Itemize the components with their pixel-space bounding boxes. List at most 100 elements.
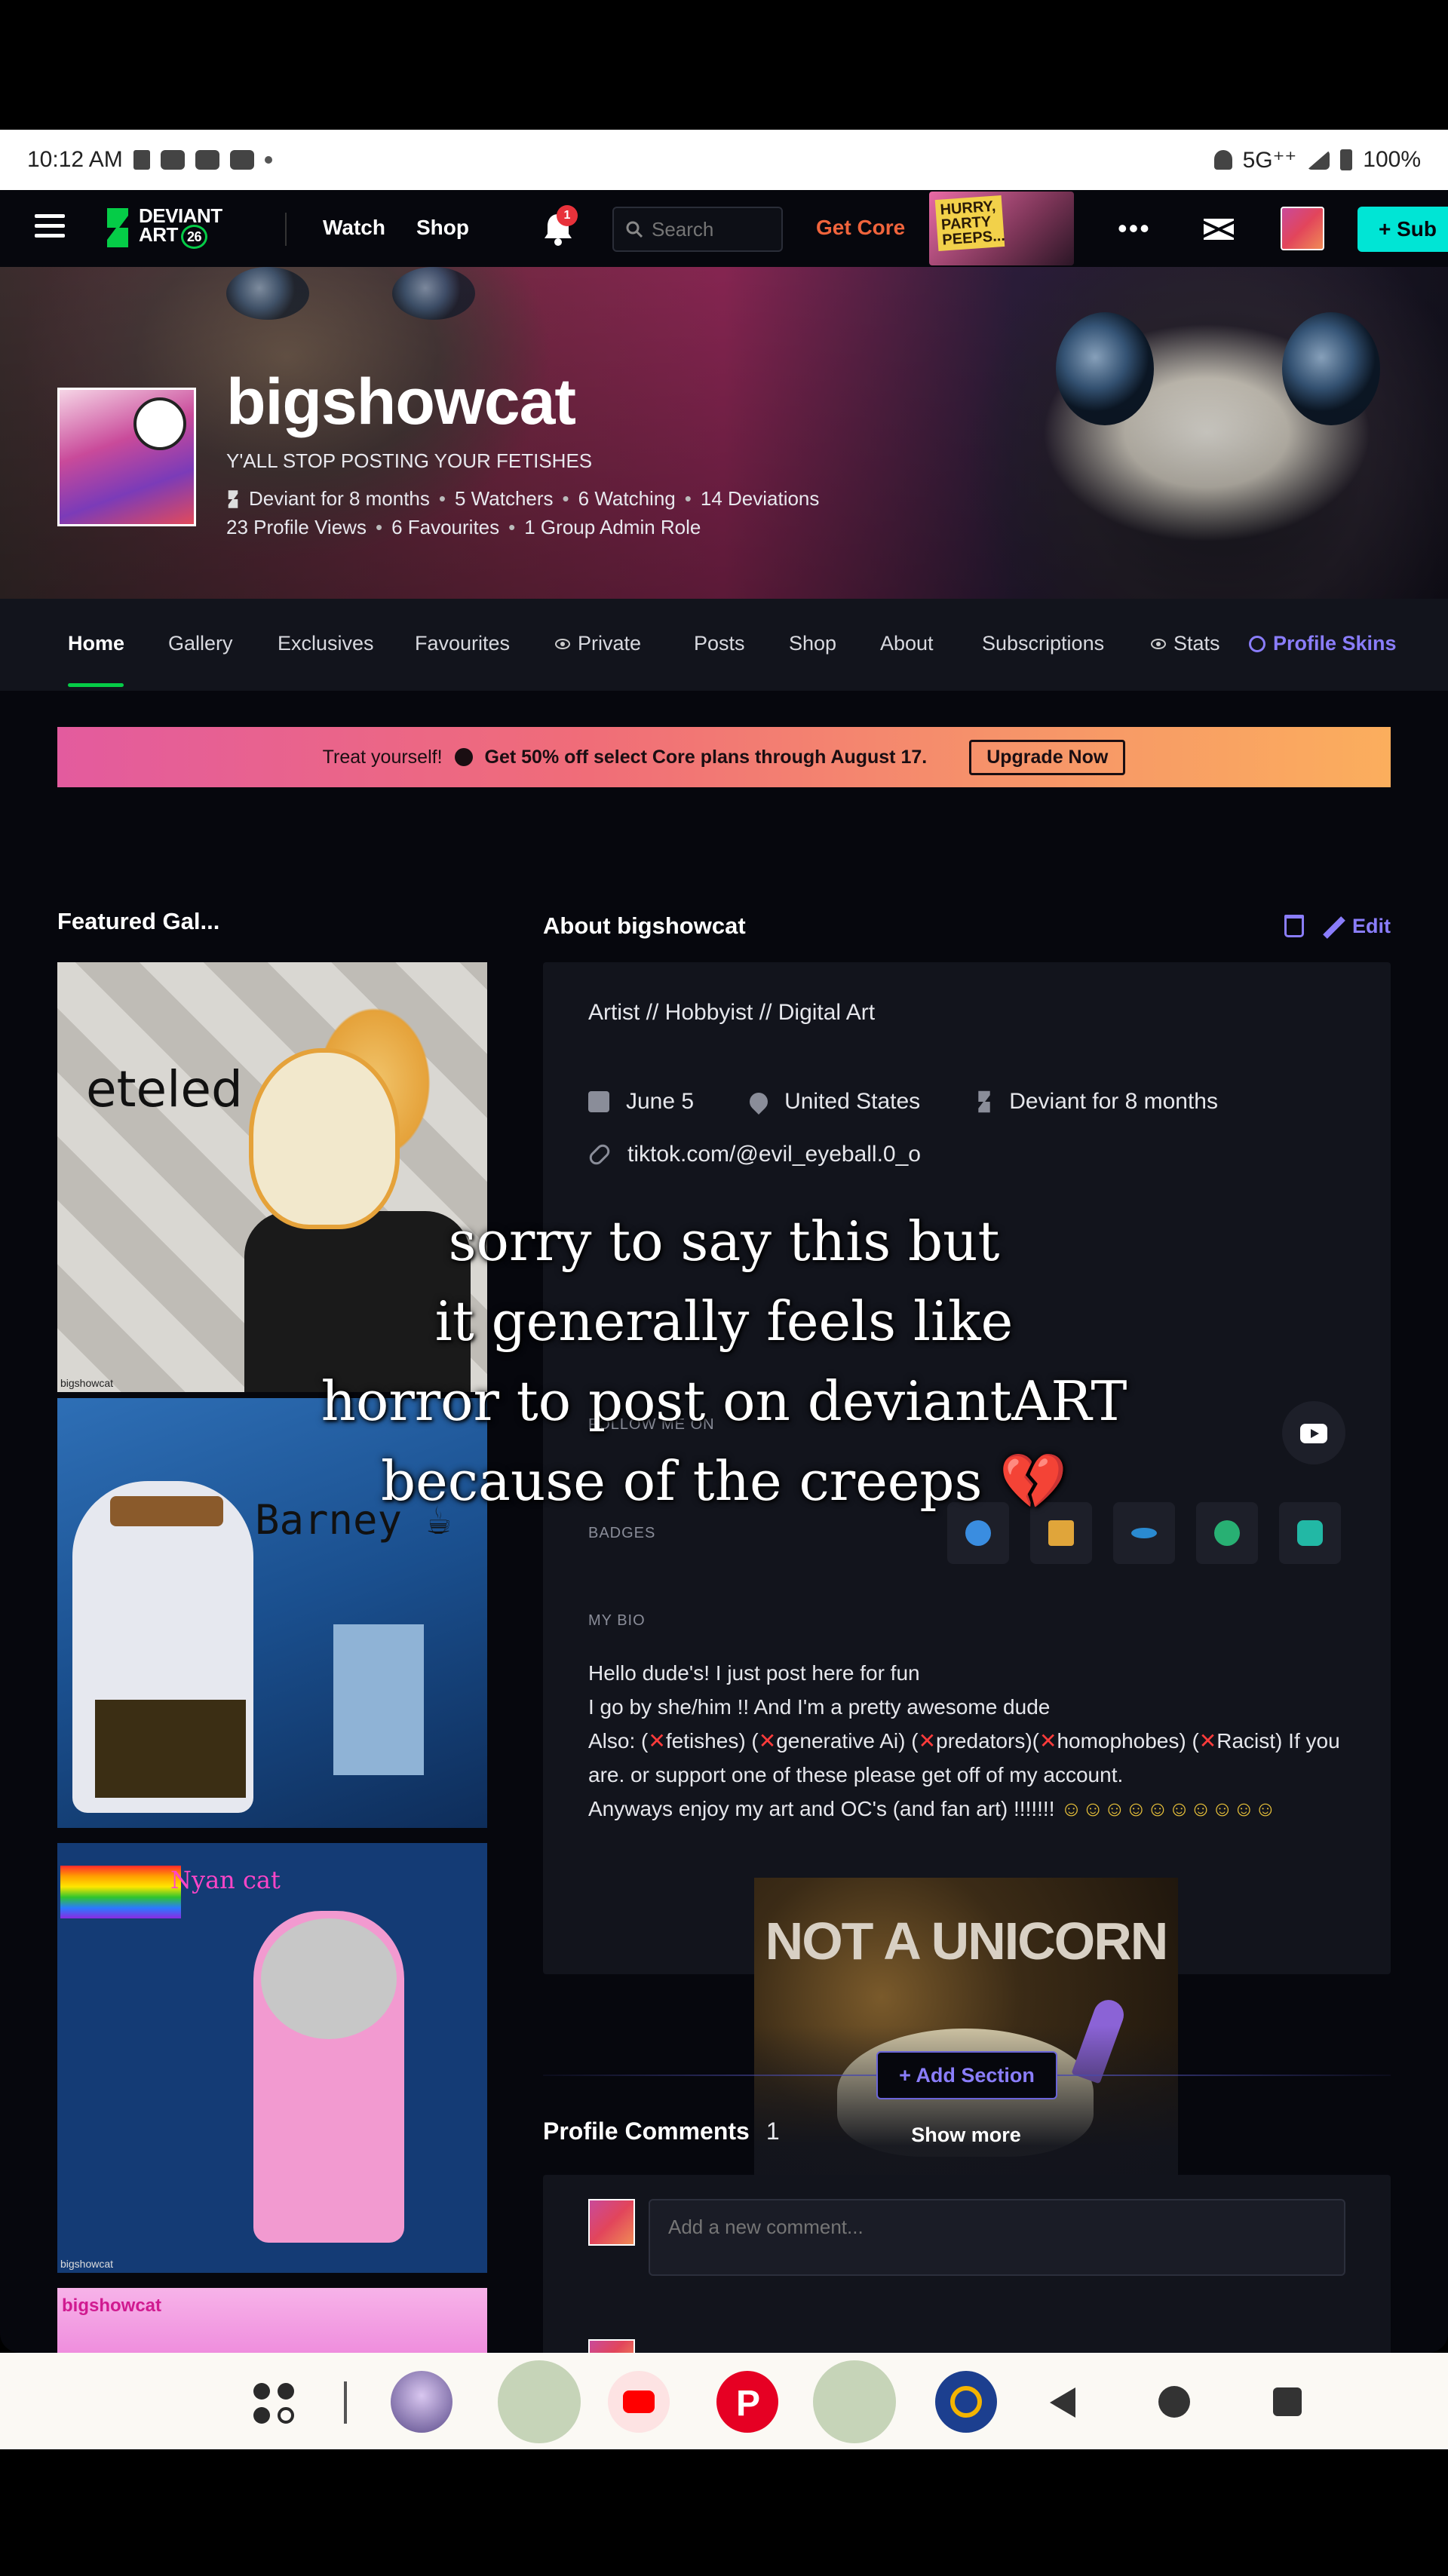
youtube-icon — [195, 150, 219, 170]
gallery-thumbnail[interactable]: bigshowcat — [57, 2288, 487, 2353]
search-icon — [626, 221, 643, 238]
bio-text: Hello dude's! I just post here for fun I… — [588, 1656, 1350, 1826]
logo-anniversary-badge: 26 — [180, 225, 207, 249]
stat-favourites[interactable]: 6 Favourites — [391, 516, 499, 539]
tiktok-icon — [133, 150, 150, 170]
core-promo-banner: Treat yourself! Get 50% off select Core … — [57, 727, 1391, 787]
show-more-button[interactable]: Show more — [754, 2124, 1178, 2147]
bio-line: Hello dude's! I just post here for fun — [588, 1661, 920, 1685]
menu-icon[interactable] — [35, 214, 65, 241]
get-core-link[interactable]: Get Core — [816, 216, 905, 240]
battery-level: 100% — [1363, 147, 1421, 172]
bio-line: I go by she/him !! And I'm a pretty awes… — [588, 1695, 1051, 1719]
bio-image-text: NOT A UNICORN — [765, 1912, 1169, 1970]
tab-shop[interactable]: Shop — [789, 632, 836, 655]
app-icon-avatar[interactable] — [391, 2371, 452, 2433]
featured-gallery-title[interactable]: Featured Gal... — [57, 908, 219, 935]
caption-line: it generally feels like — [434, 1290, 1014, 1353]
logo-text-art: ART — [139, 223, 178, 246]
profile-stats-line-2: 23 Profile Views • 6 Favourites • 1 Group … — [226, 516, 701, 539]
stat-watchers[interactable]: 5 Watchers — [455, 487, 554, 511]
deviantart-logo[interactable]: DEVIANT ART 26 — [103, 206, 222, 249]
notification-count-badge: 1 — [557, 205, 578, 226]
my-bio-label: MY BIO — [588, 1612, 646, 1629]
bio-line: Anyways enjoy my art and OC's (and fan a… — [588, 1797, 1277, 1820]
pencil-icon — [1322, 915, 1345, 937]
user-avatar[interactable] — [1281, 207, 1324, 250]
cross-mark-icon: ✕ — [1038, 1729, 1057, 1753]
nav-shop-link[interactable]: Shop — [416, 216, 469, 240]
profile-stats-line-1: Deviant for 8 months • 5 Watchers • 6 Watc… — [226, 487, 819, 511]
comment-card — [543, 2175, 1391, 2353]
profile-tagline: Y'ALL STOP POSTING YOUR FETISHES — [226, 449, 593, 472]
link-icon — [587, 1142, 612, 1167]
android-navigation-bar: P — [0, 2353, 1448, 2449]
app-folder-icon[interactable] — [498, 2360, 581, 2443]
deviant-icon — [228, 489, 238, 508]
about-deviant-for: Deviant for 8 months — [1009, 1089, 1218, 1114]
search-box[interactable] — [612, 207, 783, 252]
upgrade-now-button[interactable]: Upgrade Now — [969, 739, 1126, 775]
stat-deviations[interactable]: 14 Deviations — [701, 487, 820, 511]
profile-tabs: Home Gallery Exclusives Favourites Priva… — [0, 599, 1448, 691]
search-input[interactable] — [652, 217, 765, 241]
more-options-icon[interactable]: ••• — [1118, 213, 1151, 244]
mail-icon[interactable] — [1204, 219, 1234, 240]
about-link-row: tiktok.com/@evil_eyeball.0_o — [587, 1142, 921, 1167]
cake-icon — [588, 1091, 609, 1112]
tab-private[interactable]: Private — [555, 632, 641, 655]
avatar — [588, 2199, 635, 2246]
add-section-button[interactable]: + Add Section — [876, 2051, 1057, 2099]
ibis-paint-icon[interactable] — [935, 2371, 997, 2433]
tab-gallery[interactable]: Gallery — [168, 632, 233, 655]
youtube-icon — [160, 150, 185, 170]
about-title: About bigshowcat — [543, 912, 746, 939]
youtube-app-icon[interactable] — [608, 2371, 670, 2433]
about-info-row: June 5 United States Deviant for 8 month… — [588, 1089, 1218, 1115]
tab-about[interactable]: About — [880, 632, 934, 655]
recent-apps-icon[interactable] — [1273, 2387, 1302, 2416]
deviant-icon — [978, 1090, 990, 1113]
profile-avatar[interactable] — [57, 388, 196, 526]
broken-heart-icon: 💔 — [999, 1449, 1067, 1513]
app-folder-icon[interactable] — [813, 2360, 896, 2443]
app-drawer-icon[interactable] — [253, 2383, 299, 2428]
tab-subscriptions[interactable]: Subscriptions — [982, 632, 1104, 655]
tab-profile-skins-label: Profile Skins — [1273, 632, 1397, 655]
submit-button[interactable]: + Sub — [1358, 207, 1448, 252]
tab-favourites[interactable]: Favourites — [415, 632, 510, 655]
tab-exclusives[interactable]: Exclusives — [278, 632, 374, 655]
cross-mark-icon: ✕ — [758, 1729, 777, 1753]
nav-watch-link[interactable]: Watch — [323, 216, 385, 240]
skull-character — [249, 1048, 400, 1229]
tab-home[interactable]: Home — [68, 632, 124, 655]
tab-posts[interactable]: Posts — [694, 632, 745, 655]
network-type: 5G⁺⁺ — [1242, 147, 1297, 173]
stat-watching[interactable]: 6 Watching — [578, 487, 676, 511]
profile-banner: bigshowcat Y'ALL STOP POSTING YOUR FETIS… — [0, 267, 1448, 599]
dock-divider — [344, 2381, 347, 2424]
cross-mark-icon: ✕ — [648, 1729, 666, 1753]
tab-stats[interactable]: Stats — [1151, 632, 1220, 655]
comment-input[interactable] — [649, 2199, 1345, 2276]
youtube-icon — [229, 150, 254, 170]
eye-icon — [555, 638, 570, 649]
smiley-emojis: ☺☺☺☺☺☺☺☺☺☺ — [1060, 1797, 1277, 1820]
android-status-bar: 10:12 AM 5G⁺⁺ 100% — [0, 130, 1448, 190]
back-icon[interactable] — [1050, 2387, 1075, 2418]
about-birthday: June 5 — [626, 1089, 695, 1114]
pinterest-icon[interactable]: P — [716, 2371, 778, 2433]
profile-comments-heading: Profile Comments 1 — [543, 2118, 780, 2145]
tab-profile-skins[interactable]: Profile Skins — [1249, 632, 1397, 655]
trash-icon[interactable] — [1284, 915, 1304, 937]
about-roles: Artist // Hobbyist // Digital Art — [588, 1000, 876, 1025]
signal-icon — [1307, 150, 1330, 170]
about-link[interactable]: tiktok.com/@evil_eyeball.0_o — [627, 1142, 921, 1167]
promo-badge[interactable]: HURRY, PARTY PEEPS... — [929, 192, 1074, 265]
edit-button[interactable]: Edit — [1322, 915, 1391, 938]
clock: 10:12 AM — [27, 147, 123, 172]
home-icon[interactable] — [1158, 2386, 1190, 2418]
gallery-thumbnail[interactable]: Nyan cat bigshowcat — [57, 1843, 487, 2273]
palette-icon — [1249, 635, 1265, 652]
stat-group-admin[interactable]: 1 Group Admin Role — [524, 516, 701, 539]
